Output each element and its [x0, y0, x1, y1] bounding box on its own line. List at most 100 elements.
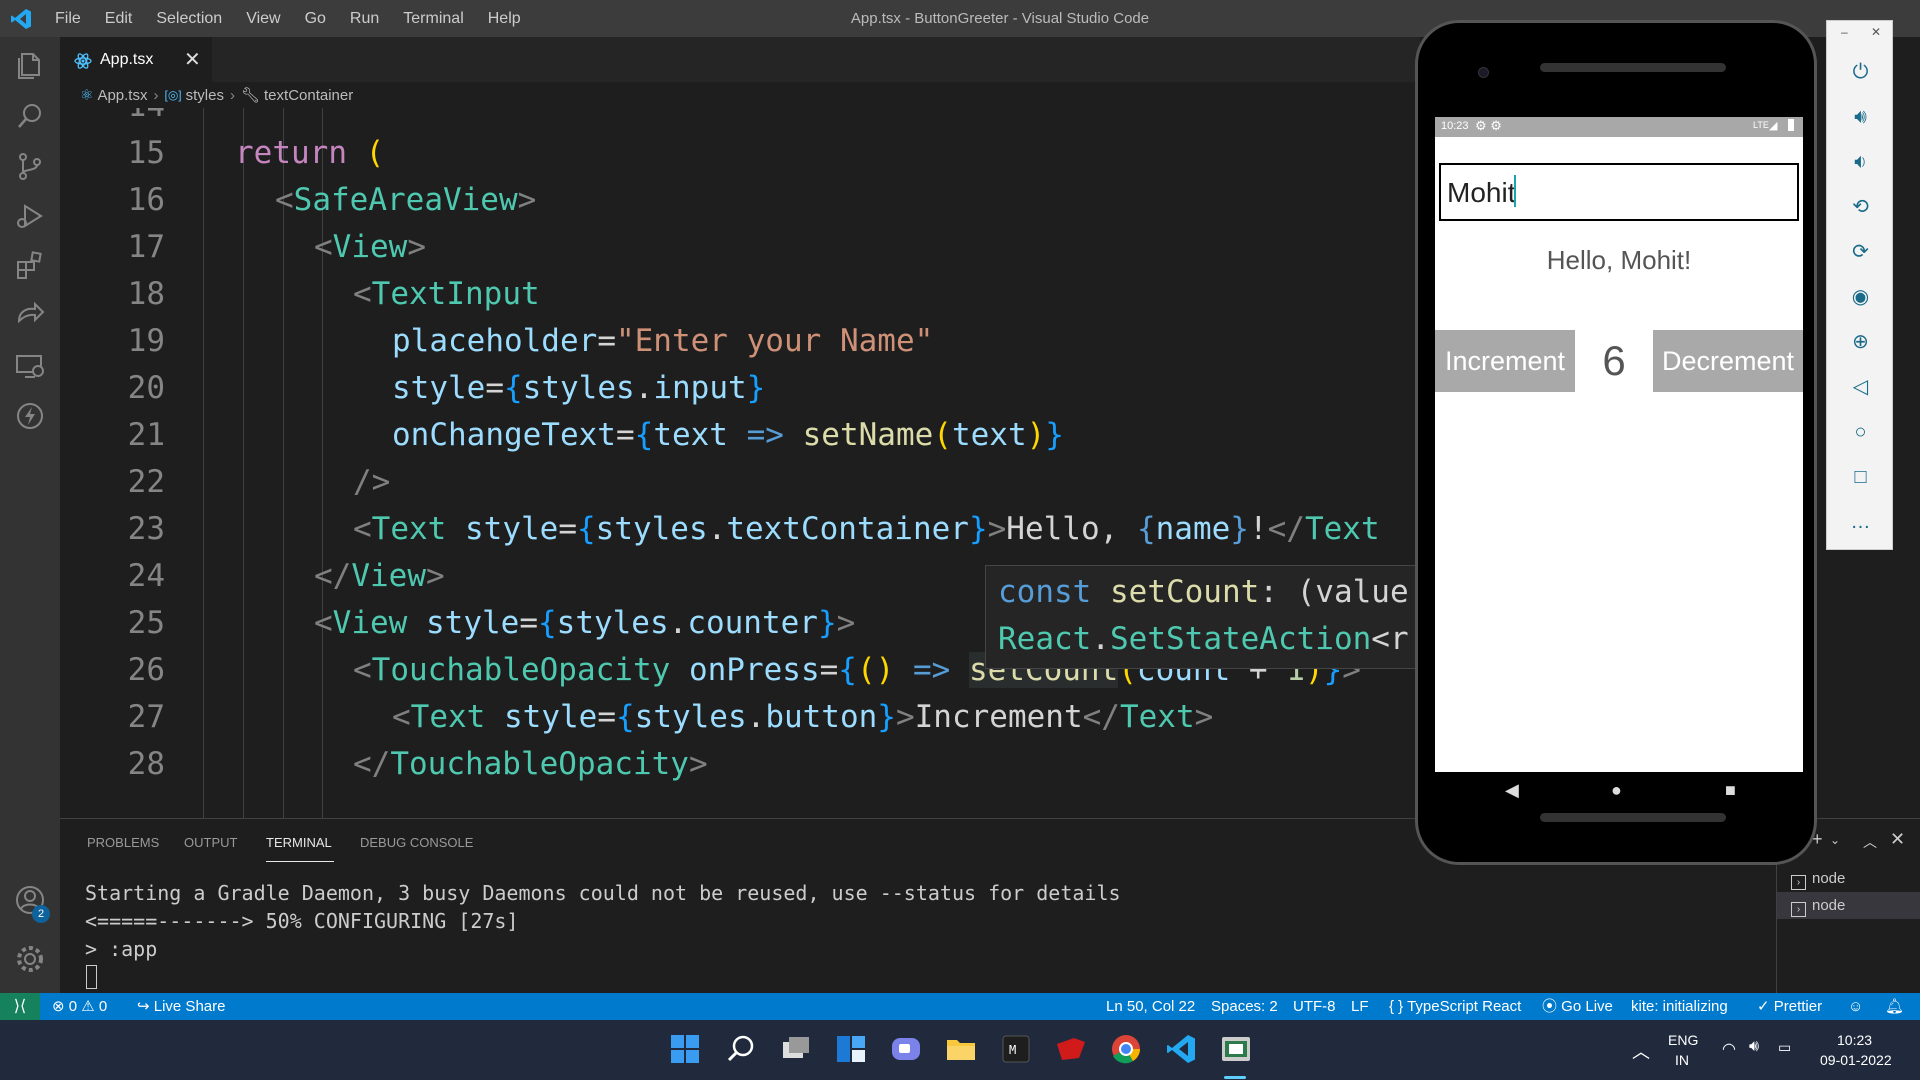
run-debug-icon[interactable] [13, 199, 47, 233]
eol[interactable]: LF [1351, 993, 1369, 1020]
zoom-icon[interactable]: ⊕ [1827, 325, 1894, 359]
terminal-icon: › [1791, 902, 1806, 917]
variable-icon: [◎] [164, 88, 182, 102]
svg-text:M: M [1009, 1043, 1016, 1057]
back-icon[interactable]: ◁ [1827, 370, 1894, 404]
teams-chat-icon[interactable] [889, 1032, 923, 1066]
remote-explorer-icon[interactable] [13, 349, 47, 383]
tab-app-tsx[interactable]: App.tsx ✕ [60, 37, 212, 82]
live-share-icon[interactable] [13, 299, 47, 333]
maximize-panel-icon[interactable]: ︿ [1863, 832, 1877, 852]
tab-terminal[interactable]: TERMINAL [266, 835, 332, 850]
rotate-left-icon[interactable]: ⟲ [1827, 190, 1894, 224]
power-icon[interactable]: ⏻ [1827, 55, 1894, 89]
menu-run[interactable]: Run [350, 10, 379, 28]
code-line: 21 onChangeText={text => setName(text)} [127, 417, 1064, 453]
terminal-item[interactable]: › node [1777, 865, 1920, 892]
increment-button[interactable]: Increment [1435, 330, 1575, 392]
breadcrumb-textcontainer[interactable]: textContainer [264, 87, 353, 104]
extensions-icon[interactable] [13, 249, 47, 283]
volume-icon[interactable]: 🔊︎ [1749, 1038, 1759, 1056]
menu-edit[interactable]: Edit [105, 10, 133, 28]
source-control-icon[interactable] [13, 149, 47, 183]
search-icon[interactable] [13, 99, 47, 133]
rotate-right-icon[interactable]: ⟳ [1827, 235, 1894, 269]
decrement-button[interactable]: Decrement [1653, 330, 1803, 392]
tab-problems[interactable]: PROBLEMS [87, 835, 159, 850]
cursor-position[interactable]: Ln 50, Col 22 [1106, 993, 1195, 1020]
widgets-icon[interactable] [834, 1032, 868, 1066]
more-icon[interactable]: … [1827, 505, 1894, 539]
code-line: 14 [60, 108, 1420, 135]
vscode-taskbar-icon[interactable] [1164, 1032, 1198, 1066]
go-live[interactable]: ⦿ Go Live [1542, 993, 1613, 1020]
tab-output[interactable]: OUTPUT [184, 835, 237, 850]
terminal-icon: › [1791, 875, 1806, 890]
close-icon[interactable]: ✕ [1871, 25, 1881, 39]
notifications-bell-icon[interactable]: 🔔︎ [1885, 993, 1904, 1020]
editor-scrollbar[interactable] [1904, 108, 1920, 818]
indentation[interactable]: Spaces: 2 [1211, 993, 1278, 1020]
menu-go[interactable]: Go [305, 10, 326, 28]
counter-row: Increment 6 Decrement [1435, 330, 1803, 394]
terminal-app-icon[interactable]: M [999, 1032, 1033, 1066]
code-line: 18 <TextInput [127, 276, 540, 312]
minimize-icon[interactable]: – [1841, 25, 1848, 39]
input-language[interactable]: ENG [1668, 1032, 1698, 1048]
name-input[interactable]: Mohit [1439, 163, 1799, 221]
close-panel-icon[interactable]: ✕ [1890, 829, 1905, 850]
settings-gear-icon[interactable] [13, 942, 47, 976]
remote-indicator-icon[interactable]: ⟩⟨ [0, 993, 40, 1020]
android-nav-bar: ◀ ● ■ [1435, 772, 1803, 812]
input-region[interactable]: IN [1675, 1052, 1689, 1068]
clock-date[interactable]: 09-01-2022 [1820, 1052, 1892, 1068]
android-emulator-icon[interactable] [1219, 1032, 1253, 1066]
network-status: LTE [1753, 120, 1769, 130]
feedback-icon[interactable]: ☺ [1848, 993, 1863, 1020]
explorer-icon[interactable] [13, 49, 47, 83]
task-view-icon[interactable] [779, 1032, 813, 1066]
breadcrumb-file[interactable]: App.tsx [97, 87, 147, 104]
menu-selection[interactable]: Selection [156, 10, 222, 28]
prettier-status[interactable]: ✓ Prettier [1757, 993, 1822, 1020]
encoding[interactable]: UTF-8 [1293, 993, 1336, 1020]
clock-time[interactable]: 10:23 [1837, 1032, 1872, 1048]
search-icon[interactable] [724, 1032, 758, 1066]
language-mode[interactable]: { } TypeScript React [1389, 993, 1521, 1020]
code-line: 27 <Text style={styles.button}>Increment<… [127, 699, 1214, 735]
camera-icon[interactable]: ◉ [1827, 280, 1894, 314]
code-line: 19 placeholder="Enter your Name" [127, 323, 934, 359]
earpiece-speaker [1540, 63, 1726, 72]
menu-file[interactable]: File [55, 10, 81, 28]
problems-status[interactable]: ⊗ 0 ⚠ 0 [52, 993, 107, 1020]
red-app-icon[interactable] [1054, 1032, 1088, 1066]
code-editor[interactable]: 14 15return ( 16<SafeAreaView> 17<View> … [60, 108, 1420, 818]
tab-close-icon[interactable]: ✕ [184, 47, 201, 72]
terminal-item[interactable]: › node [1777, 892, 1920, 919]
chevron-down-icon[interactable]: ⌄ [1830, 833, 1840, 847]
back-icon[interactable]: ◀ [1505, 780, 1519, 801]
menu-help[interactable]: Help [488, 10, 521, 28]
lightning-icon[interactable] [13, 399, 47, 433]
wifi-icon[interactable]: ◠ [1722, 1039, 1736, 1059]
chevron-up-icon[interactable]: ︿ [1632, 1038, 1650, 1064]
breadcrumb-styles[interactable]: styles [186, 87, 224, 104]
menu-terminal[interactable]: Terminal [403, 10, 463, 28]
volume-up-icon[interactable]: 🔊︎ [1827, 100, 1894, 134]
chrome-icon[interactable] [1109, 1032, 1143, 1066]
recents-icon[interactable]: ■ [1725, 780, 1736, 801]
phone-screen[interactable]: 10:23 ⚙ ⚙ LTE ◢ Mohit Hello, Mohit! Incr… [1435, 117, 1803, 772]
kite-status[interactable]: kite: initializing [1631, 993, 1728, 1020]
file-explorer-icon[interactable] [944, 1032, 978, 1066]
battery-icon[interactable]: ▭ [1778, 1039, 1791, 1056]
wrench-icon: 🔧︎ [240, 87, 261, 104]
home-icon[interactable]: ● [1611, 780, 1622, 801]
overview-icon[interactable]: □ [1827, 460, 1894, 494]
code-line: 17 <View> [127, 229, 426, 265]
menu-view[interactable]: View [246, 10, 280, 28]
windows-start-icon[interactable] [668, 1032, 702, 1066]
home-icon[interactable]: ○ [1827, 415, 1894, 449]
volume-down-icon[interactable]: 🔉︎ [1827, 145, 1894, 179]
tab-debug-console[interactable]: DEBUG CONSOLE [360, 835, 473, 850]
live-share-status[interactable]: ↪ Live Share [137, 993, 225, 1020]
